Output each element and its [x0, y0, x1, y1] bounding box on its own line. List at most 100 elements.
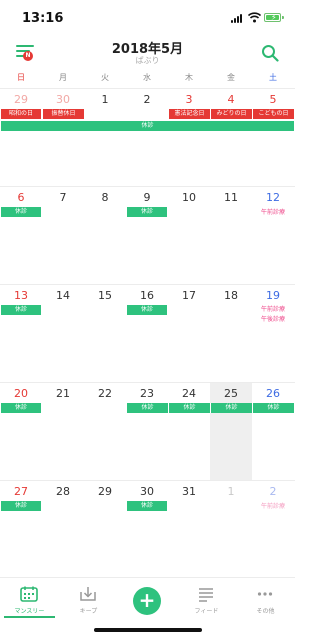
- add-button[interactable]: +: [133, 587, 161, 615]
- day-cell[interactable]: 4: [210, 89, 252, 187]
- day-cell[interactable]: 5: [252, 89, 294, 187]
- event-rest-bar[interactable]: 休診: [1, 305, 41, 315]
- day-cell[interactable]: 29: [84, 481, 126, 579]
- day-cell[interactable]: 7: [42, 187, 84, 285]
- event-rest-bar[interactable]: 休診: [210, 403, 252, 413]
- event-afternoon-note[interactable]: 午後診療: [252, 314, 294, 323]
- event-rest-bar[interactable]: 休診: [1, 403, 41, 413]
- tab-keep[interactable]: キープ: [59, 582, 118, 624]
- event-rest-bar[interactable]: 休診: [127, 501, 167, 511]
- day-number: 25: [224, 387, 238, 400]
- day-cell[interactable]: 8: [84, 187, 126, 285]
- day-number: 2: [143, 93, 151, 106]
- day-cell[interactable]: 18: [210, 285, 252, 383]
- day-number: 12: [266, 191, 280, 204]
- event-morning-note[interactable]: 午前診療: [252, 207, 294, 216]
- event-rest-bar[interactable]: 休診: [127, 403, 168, 413]
- day-cell[interactable]: 20: [0, 383, 42, 481]
- tab-other[interactable]: その他: [236, 582, 295, 624]
- day-number: 19: [266, 289, 280, 302]
- event-rest-bar[interactable]: 休診: [127, 305, 167, 315]
- day-cell[interactable]: 2: [126, 89, 168, 187]
- day-number: 6: [17, 191, 25, 204]
- day-cell[interactable]: 22: [84, 383, 126, 481]
- day-cell[interactable]: 24: [168, 383, 210, 481]
- event-morning-note[interactable]: 午前診療: [252, 501, 294, 510]
- day-cell[interactable]: 31: [168, 481, 210, 579]
- tab-label: キープ: [79, 608, 98, 615]
- day-number: 26: [266, 387, 280, 400]
- header: N 2018年5月 ぱぶり: [0, 34, 295, 68]
- holiday-label[interactable]: こどもの日: [252, 109, 294, 119]
- day-number: 1: [227, 485, 235, 498]
- weekday-label: 月: [59, 73, 67, 82]
- search-icon[interactable]: [261, 44, 279, 62]
- calendar-week: 27 28 29 30 31 1 2 休診 休診 午前診療: [0, 480, 295, 578]
- day-cell[interactable]: 13: [0, 285, 42, 383]
- day-number: 1: [101, 93, 109, 106]
- day-number: 10: [182, 191, 196, 204]
- day-cell[interactable]: 23: [126, 383, 168, 481]
- calendar-week: 29 30 1 2 3 4 5 昭和の日 振替休日 憲法記念日 みどりの日 こど…: [0, 88, 295, 186]
- day-number: 7: [59, 191, 67, 204]
- event-rest-bar[interactable]: 休診: [168, 403, 210, 413]
- day-cell[interactable]: 6: [0, 187, 42, 285]
- event-rest-bar[interactable]: 休診: [1, 501, 41, 511]
- status-time: 13:16: [22, 11, 64, 26]
- holiday-label[interactable]: みどりの日: [210, 109, 252, 119]
- day-number: 5: [269, 93, 277, 106]
- tab-feed[interactable]: フィード: [177, 582, 236, 624]
- day-cell[interactable]: 12: [252, 187, 294, 285]
- tab-label: その他: [256, 608, 275, 615]
- day-cell[interactable]: 21: [42, 383, 84, 481]
- more-icon: [257, 592, 273, 596]
- tab-add[interactable]: +: [118, 582, 177, 624]
- day-cell[interactable]: 1: [210, 481, 252, 579]
- day-number: 15: [98, 289, 112, 302]
- day-cell[interactable]: 1: [84, 89, 126, 187]
- tab-monthly[interactable]: マンスリー: [0, 582, 59, 624]
- day-cell[interactable]: 29: [0, 89, 42, 187]
- day-cell[interactable]: 3: [168, 89, 210, 187]
- signal-icon: [231, 14, 244, 23]
- day-cell[interactable]: 16: [126, 285, 168, 383]
- day-number: 31: [182, 485, 196, 498]
- day-cell[interactable]: 17: [168, 285, 210, 383]
- day-cell[interactable]: 9: [126, 187, 168, 285]
- day-cell[interactable]: 27: [0, 481, 42, 579]
- event-rest-bar[interactable]: 休診: [1, 207, 41, 217]
- day-number: 29: [14, 93, 28, 106]
- event-rest-bar[interactable]: 休診: [1, 121, 294, 131]
- day-number: 9: [143, 191, 151, 204]
- feed-icon: [199, 588, 213, 602]
- weekday-label: 水: [143, 73, 151, 82]
- day-number: 2: [269, 485, 277, 498]
- day-cell[interactable]: 15: [84, 285, 126, 383]
- day-cell[interactable]: 10: [168, 187, 210, 285]
- event-morning-note[interactable]: 午前診療: [252, 304, 294, 313]
- day-cell[interactable]: 30: [42, 89, 84, 187]
- day-cell[interactable]: 19: [252, 285, 294, 383]
- day-number: 28: [56, 485, 70, 498]
- event-rest-bar[interactable]: 休診: [252, 403, 294, 413]
- calendar-name: ぱぶり: [135, 56, 160, 65]
- day-cell[interactable]: 28: [42, 481, 84, 579]
- wifi-icon: [248, 12, 261, 23]
- day-cell[interactable]: 26: [252, 383, 294, 481]
- weekday-label: 火: [101, 73, 109, 82]
- holiday-label[interactable]: 憲法記念日: [168, 109, 210, 119]
- day-cell[interactable]: 14: [42, 285, 84, 383]
- holiday-label[interactable]: 昭和の日: [1, 109, 41, 119]
- day-cell-today[interactable]: 25: [210, 383, 252, 481]
- day-cell[interactable]: 2: [252, 481, 294, 579]
- event-rest-bar[interactable]: 休診: [127, 207, 167, 217]
- day-number: 14: [56, 289, 70, 302]
- day-cell[interactable]: 30: [126, 481, 168, 579]
- day-number: 24: [182, 387, 196, 400]
- weekday-header: 日 月 火 水 木 金 土: [0, 72, 295, 86]
- holiday-label[interactable]: 振替休日: [42, 109, 84, 119]
- day-cell[interactable]: 11: [210, 187, 252, 285]
- day-number: 29: [98, 485, 112, 498]
- day-number: 27: [14, 485, 28, 498]
- day-number: 8: [101, 191, 109, 204]
